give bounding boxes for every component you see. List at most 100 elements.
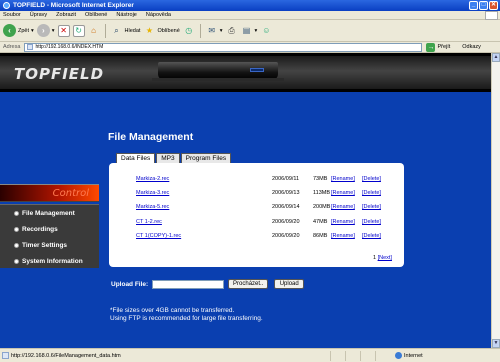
menu-tools[interactable]: Nástroje bbox=[116, 12, 136, 18]
set-top-box-image bbox=[152, 62, 284, 81]
file-link[interactable]: Markiza-2.rec bbox=[136, 176, 169, 182]
stop-icon: ✕ bbox=[57, 24, 70, 37]
file-link[interactable]: Markiza-5.rec bbox=[136, 204, 169, 210]
upload-label: Upload File: bbox=[111, 280, 149, 288]
forward-button[interactable]: › ▾ bbox=[36, 24, 55, 37]
mail-button[interactable]: ✉ ▾ bbox=[206, 25, 223, 37]
print-button[interactable]: ⎙ bbox=[226, 25, 238, 37]
search-label: Hledat bbox=[124, 27, 141, 34]
file-size: 86MB bbox=[313, 233, 328, 239]
close-button[interactable]: ✕ bbox=[489, 1, 498, 10]
sidebar-item-label: Timer Settings bbox=[22, 241, 68, 249]
back-label: Zpět bbox=[18, 27, 30, 34]
file-size: 73MB bbox=[313, 176, 328, 182]
page-header: TOPFIELD bbox=[0, 53, 491, 92]
file-row: CT 1-2.rec 2006/09/20 47MB [Rename] [Del… bbox=[136, 218, 396, 226]
file-row: Markiza-2.rec 2006/09/11 73MB [Rename] [… bbox=[136, 175, 396, 183]
status-divider bbox=[345, 351, 346, 361]
go-arrow-icon[interactable]: → bbox=[426, 42, 436, 52]
file-size: 200MB bbox=[313, 204, 331, 210]
go-button[interactable]: Přejít bbox=[437, 44, 450, 50]
menu-view[interactable]: Zobrazit bbox=[56, 12, 76, 18]
rename-link[interactable]: [Rename] bbox=[331, 219, 355, 225]
print-icon: ⎙ bbox=[228, 25, 235, 35]
bullet-icon bbox=[14, 258, 19, 264]
sidebar-item-timer-settings[interactable]: Timer Settings bbox=[0, 237, 99, 253]
topfield-logo: TOPFIELD bbox=[14, 65, 105, 83]
file-link[interactable]: Markiza-3.rec bbox=[136, 190, 169, 196]
maximize-button[interactable]: □ bbox=[479, 1, 488, 10]
upload-button[interactable]: Upload bbox=[274, 279, 305, 289]
menu-favorites[interactable]: Oblíbené bbox=[85, 12, 107, 18]
edit-button[interactable]: ▤ ▾ bbox=[241, 25, 258, 37]
status-divider bbox=[375, 351, 376, 361]
delete-link[interactable]: [Delete] bbox=[362, 233, 381, 239]
delete-link[interactable]: [Delete] bbox=[362, 176, 381, 182]
receiver-base bbox=[152, 78, 284, 81]
browser-toolbar: ‹ Zpět ▾ › ▾ ✕ ↻ ⌂ ⌕ Hledat ★ Oblíbené ◷… bbox=[0, 20, 500, 42]
menu-file[interactable]: Soubor bbox=[3, 12, 21, 18]
history-button[interactable]: ◷ bbox=[183, 25, 195, 37]
back-button[interactable]: ‹ Zpět ▾ bbox=[3, 24, 34, 37]
sidebar-item-file-management[interactable]: File Management bbox=[0, 205, 99, 221]
scroll-up-icon[interactable]: ▲ bbox=[492, 53, 500, 62]
delete-link[interactable]: [Delete] bbox=[362, 219, 381, 225]
rename-link[interactable]: [Rename] bbox=[331, 233, 355, 239]
edit-icon: ▤ bbox=[242, 26, 251, 35]
file-link[interactable]: CT 1(COPY)-1.rec bbox=[136, 233, 181, 239]
delete-link[interactable]: [Delete] bbox=[362, 204, 381, 210]
mail-dropdown-icon[interactable]: ▾ bbox=[220, 28, 223, 34]
page-title: File Management bbox=[108, 131, 194, 143]
browse-button[interactable]: Procházet.. bbox=[228, 279, 269, 289]
globe-icon bbox=[395, 352, 402, 359]
sidebar-item-system-information[interactable]: System Information bbox=[0, 253, 99, 269]
stop-button[interactable]: ✕ bbox=[57, 24, 70, 37]
minimize-button[interactable]: _ bbox=[469, 1, 478, 10]
links-button[interactable]: Odkazy bbox=[462, 44, 481, 50]
sidebar-item-label: File Management bbox=[22, 209, 75, 217]
delete-link[interactable]: [Delete] bbox=[362, 190, 381, 196]
home-icon: ⌂ bbox=[91, 26, 96, 35]
forward-dropdown-icon[interactable]: ▾ bbox=[52, 28, 55, 34]
menu-edit[interactable]: Úpravy bbox=[30, 12, 47, 18]
file-date: 2006/09/20 bbox=[272, 219, 300, 225]
receiver-display bbox=[250, 68, 264, 72]
status-divider bbox=[360, 351, 361, 361]
address-bar: Adresa http://192.168.0.6/INDEX.HTM → Př… bbox=[0, 42, 500, 53]
rename-link[interactable]: [Rename] bbox=[331, 176, 355, 182]
page-icon bbox=[27, 44, 34, 50]
address-label: Adresa bbox=[3, 44, 21, 50]
menu-help[interactable]: Nápověda bbox=[146, 12, 171, 18]
history-icon: ◷ bbox=[185, 26, 193, 35]
zone-label: Internet bbox=[404, 352, 423, 359]
sidebar-item-recordings[interactable]: Recordings bbox=[0, 221, 99, 237]
security-zone: Internet bbox=[395, 352, 423, 359]
next-page-link[interactable]: [Next] bbox=[378, 255, 392, 261]
file-date: 2006/09/13 bbox=[272, 190, 300, 196]
file-list-panel: Markiza-2.rec 2006/09/11 73MB [Rename] [… bbox=[109, 163, 404, 267]
file-link[interactable]: CT 1-2.rec bbox=[136, 219, 162, 225]
address-input[interactable]: http://192.168.0.6/INDEX.HTM bbox=[24, 42, 423, 52]
home-button[interactable]: ⌂ bbox=[88, 25, 100, 37]
vertical-scrollbar[interactable]: ▲ ▼ bbox=[491, 53, 500, 348]
file-row: Markiza-5.rec 2006/09/14 200MB [Rename] … bbox=[136, 203, 396, 211]
file-row: Markiza-3.rec 2006/09/13 113MB [Rename] … bbox=[136, 189, 396, 197]
edit-dropdown-icon[interactable]: ▾ bbox=[255, 28, 258, 34]
search-button[interactable]: ⌕ Hledat bbox=[111, 25, 141, 37]
upload-file-input[interactable] bbox=[152, 279, 225, 289]
search-icon: ⌕ bbox=[114, 25, 119, 35]
star-icon: ★ bbox=[145, 26, 154, 35]
rename-link[interactable]: [Rename] bbox=[331, 190, 355, 196]
toolbar-separator bbox=[199, 23, 201, 38]
back-arrow-icon: ‹ bbox=[3, 24, 16, 37]
favorites-button[interactable]: ★ Oblíbené bbox=[143, 25, 180, 37]
scroll-down-icon[interactable]: ▼ bbox=[492, 339, 500, 348]
messenger-button[interactable]: ☺ bbox=[260, 25, 272, 37]
file-date: 2006/09/20 bbox=[272, 233, 300, 239]
rename-link[interactable]: [Rename] bbox=[331, 204, 355, 210]
page-viewport: TOPFIELD Control File Management Recordi… bbox=[0, 53, 491, 348]
mail-icon: ✉ bbox=[208, 26, 216, 35]
refresh-icon: ↻ bbox=[72, 24, 85, 37]
back-dropdown-icon[interactable]: ▾ bbox=[31, 28, 34, 34]
refresh-button[interactable]: ↻ bbox=[72, 24, 85, 37]
